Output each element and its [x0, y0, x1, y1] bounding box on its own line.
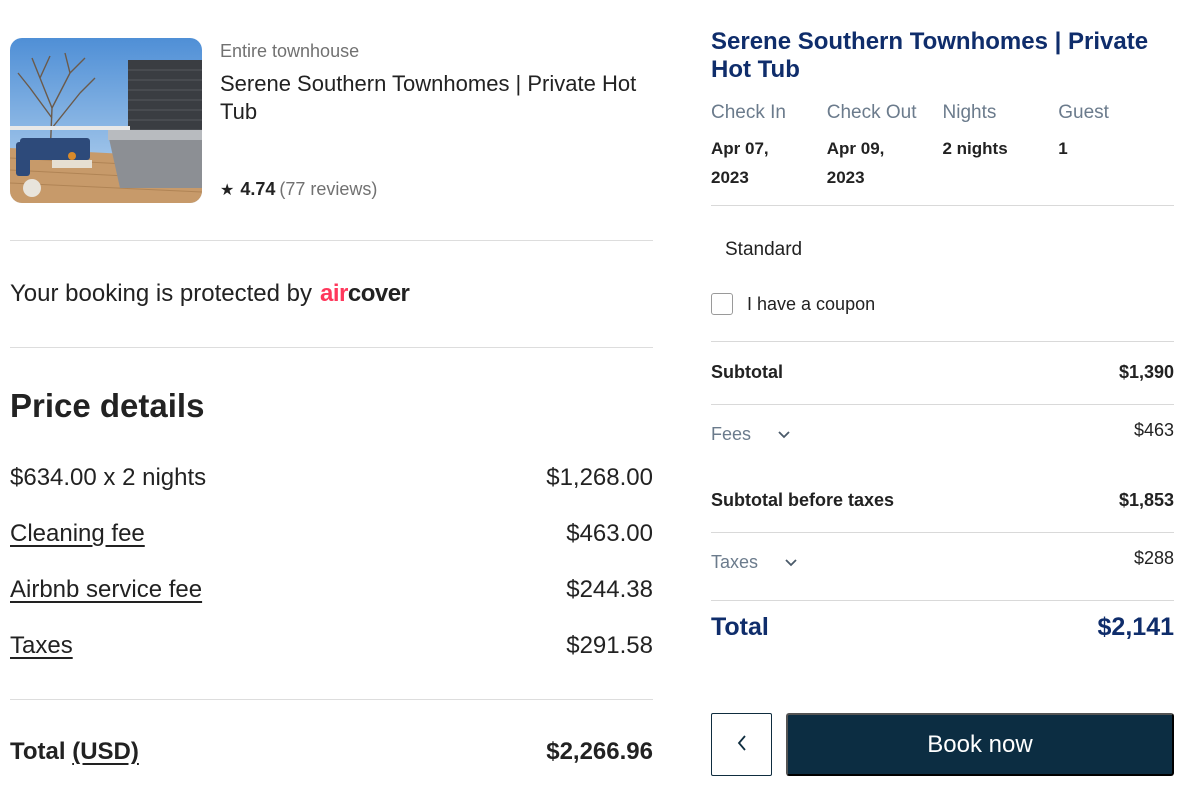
- subtotal-before-taxes-label: Subtotal before taxes: [711, 490, 895, 510]
- check-in: Check In Apr 07, 2023: [711, 102, 827, 192]
- price-row-nights: $634.00 x 2 nights $1,268.00: [10, 464, 653, 492]
- fees-value: $463: [1133, 420, 1174, 440]
- divider: [10, 347, 653, 348]
- currency-link[interactable]: (USD): [72, 738, 139, 765]
- divider: [711, 532, 1174, 533]
- aircover-notice: Your booking is protected by aircover: [10, 280, 410, 308]
- price-row-cleaning-fee: Cleaning fee $463.00: [10, 520, 653, 548]
- aircover-text: Your booking is protected by: [10, 280, 312, 307]
- price-row-value: $244.38: [566, 576, 653, 603]
- price-row-taxes: Taxes $291.58: [10, 632, 653, 660]
- check-out-value: Apr 09, 2023: [826, 139, 885, 187]
- price-row-value: $291.58: [566, 632, 653, 659]
- booking-summary-panel: Serene Southern Townhomes | Private Hot …: [711, 0, 1174, 792]
- guests: Guest 1: [1058, 102, 1174, 192]
- fees-toggle[interactable]: Fees: [711, 424, 791, 445]
- chevron-down-icon[interactable]: [777, 424, 791, 445]
- subtotal-before-taxes-row: Subtotal before taxes $1,853: [711, 490, 1174, 511]
- price-row-label: $634.00 x 2 nights: [10, 464, 207, 491]
- check-in-value: Apr 07, 2023: [711, 139, 769, 187]
- divider: [711, 341, 1174, 342]
- total-label: Total (USD): [10, 738, 139, 765]
- check-out: Check Out Apr 09, 2023: [827, 102, 943, 192]
- aircover-logo[interactable]: aircover: [320, 280, 410, 308]
- cleaning-fee-link[interactable]: Cleaning fee: [10, 520, 145, 548]
- book-now-button[interactable]: Book now: [786, 713, 1174, 776]
- check-out-label: Check Out: [826, 102, 917, 123]
- divider: [10, 699, 653, 700]
- subtotal-value: $1,390: [1118, 362, 1174, 382]
- divider: [711, 600, 1174, 601]
- check-in-label: Check In: [711, 102, 786, 123]
- subtotal-row: Subtotal $1,390: [711, 362, 1174, 383]
- rate-name: Standard: [725, 239, 803, 260]
- subtotal-before-taxes-value: $1,853: [1118, 490, 1174, 510]
- subtotal-label: Subtotal: [711, 362, 783, 382]
- nights-label: Nights: [942, 102, 997, 123]
- divider: [10, 240, 653, 241]
- taxes-row: Taxes $288: [711, 548, 1174, 573]
- chevron-down-icon[interactable]: [784, 552, 798, 573]
- price-row-value: $463.00: [566, 520, 653, 547]
- chevron-left-icon: [736, 734, 748, 755]
- summary-total-value: $2,141: [1097, 613, 1174, 641]
- property-type: Entire townhouse: [220, 41, 360, 61]
- total-value: $2,266.96: [546, 738, 653, 765]
- service-fee-link[interactable]: Airbnb service fee: [10, 576, 202, 604]
- fees-label: Fees: [711, 424, 752, 444]
- divider: [711, 205, 1174, 206]
- nights-value: 2 nights: [942, 139, 1008, 158]
- airbnb-summary-panel: Entire townhouse Serene Southern Townhom…: [10, 0, 653, 792]
- guests-label: Guest: [1058, 102, 1109, 123]
- review-count[interactable]: (77 reviews): [279, 179, 377, 200]
- summary-total-label: Total: [711, 613, 769, 641]
- summary-title: Serene Southern Townhomes | Private Hot …: [711, 28, 1149, 83]
- stay-details: Check In Apr 07, 2023 Check Out Apr 09, …: [711, 102, 1174, 192]
- listing-title: Serene Southern Townhomes | Private Hot …: [220, 71, 637, 124]
- coupon-checkbox[interactable]: [711, 293, 733, 315]
- listing-photo[interactable]: [10, 38, 202, 203]
- price-row-service-fee: Airbnb service fee $244.38: [10, 576, 653, 604]
- taxes-value: $288: [1133, 548, 1174, 568]
- price-total-row: Total (USD) $2,266.96: [10, 738, 653, 766]
- rating-score: 4.74: [240, 179, 276, 199]
- coupon-label: I have a coupon: [747, 293, 876, 314]
- summary-total-row: Total $2,141: [711, 613, 1174, 642]
- price-details-title: Price details: [10, 387, 205, 424]
- coupon-toggle[interactable]: I have a coupon: [711, 293, 875, 315]
- taxes-toggle[interactable]: Taxes: [711, 552, 798, 573]
- nights: Nights 2 nights: [943, 102, 1059, 192]
- star-icon: ★: [220, 181, 235, 199]
- fees-row: Fees $463: [711, 420, 1174, 445]
- taxes-label: Taxes: [711, 552, 759, 572]
- listing-rating: ★ 4.74 (77 reviews): [220, 179, 377, 200]
- price-row-value: $1,268.00: [546, 464, 653, 491]
- back-button[interactable]: [711, 713, 772, 776]
- guests-value: 1: [1058, 139, 1068, 158]
- taxes-link[interactable]: Taxes: [10, 632, 73, 660]
- divider: [711, 404, 1174, 405]
